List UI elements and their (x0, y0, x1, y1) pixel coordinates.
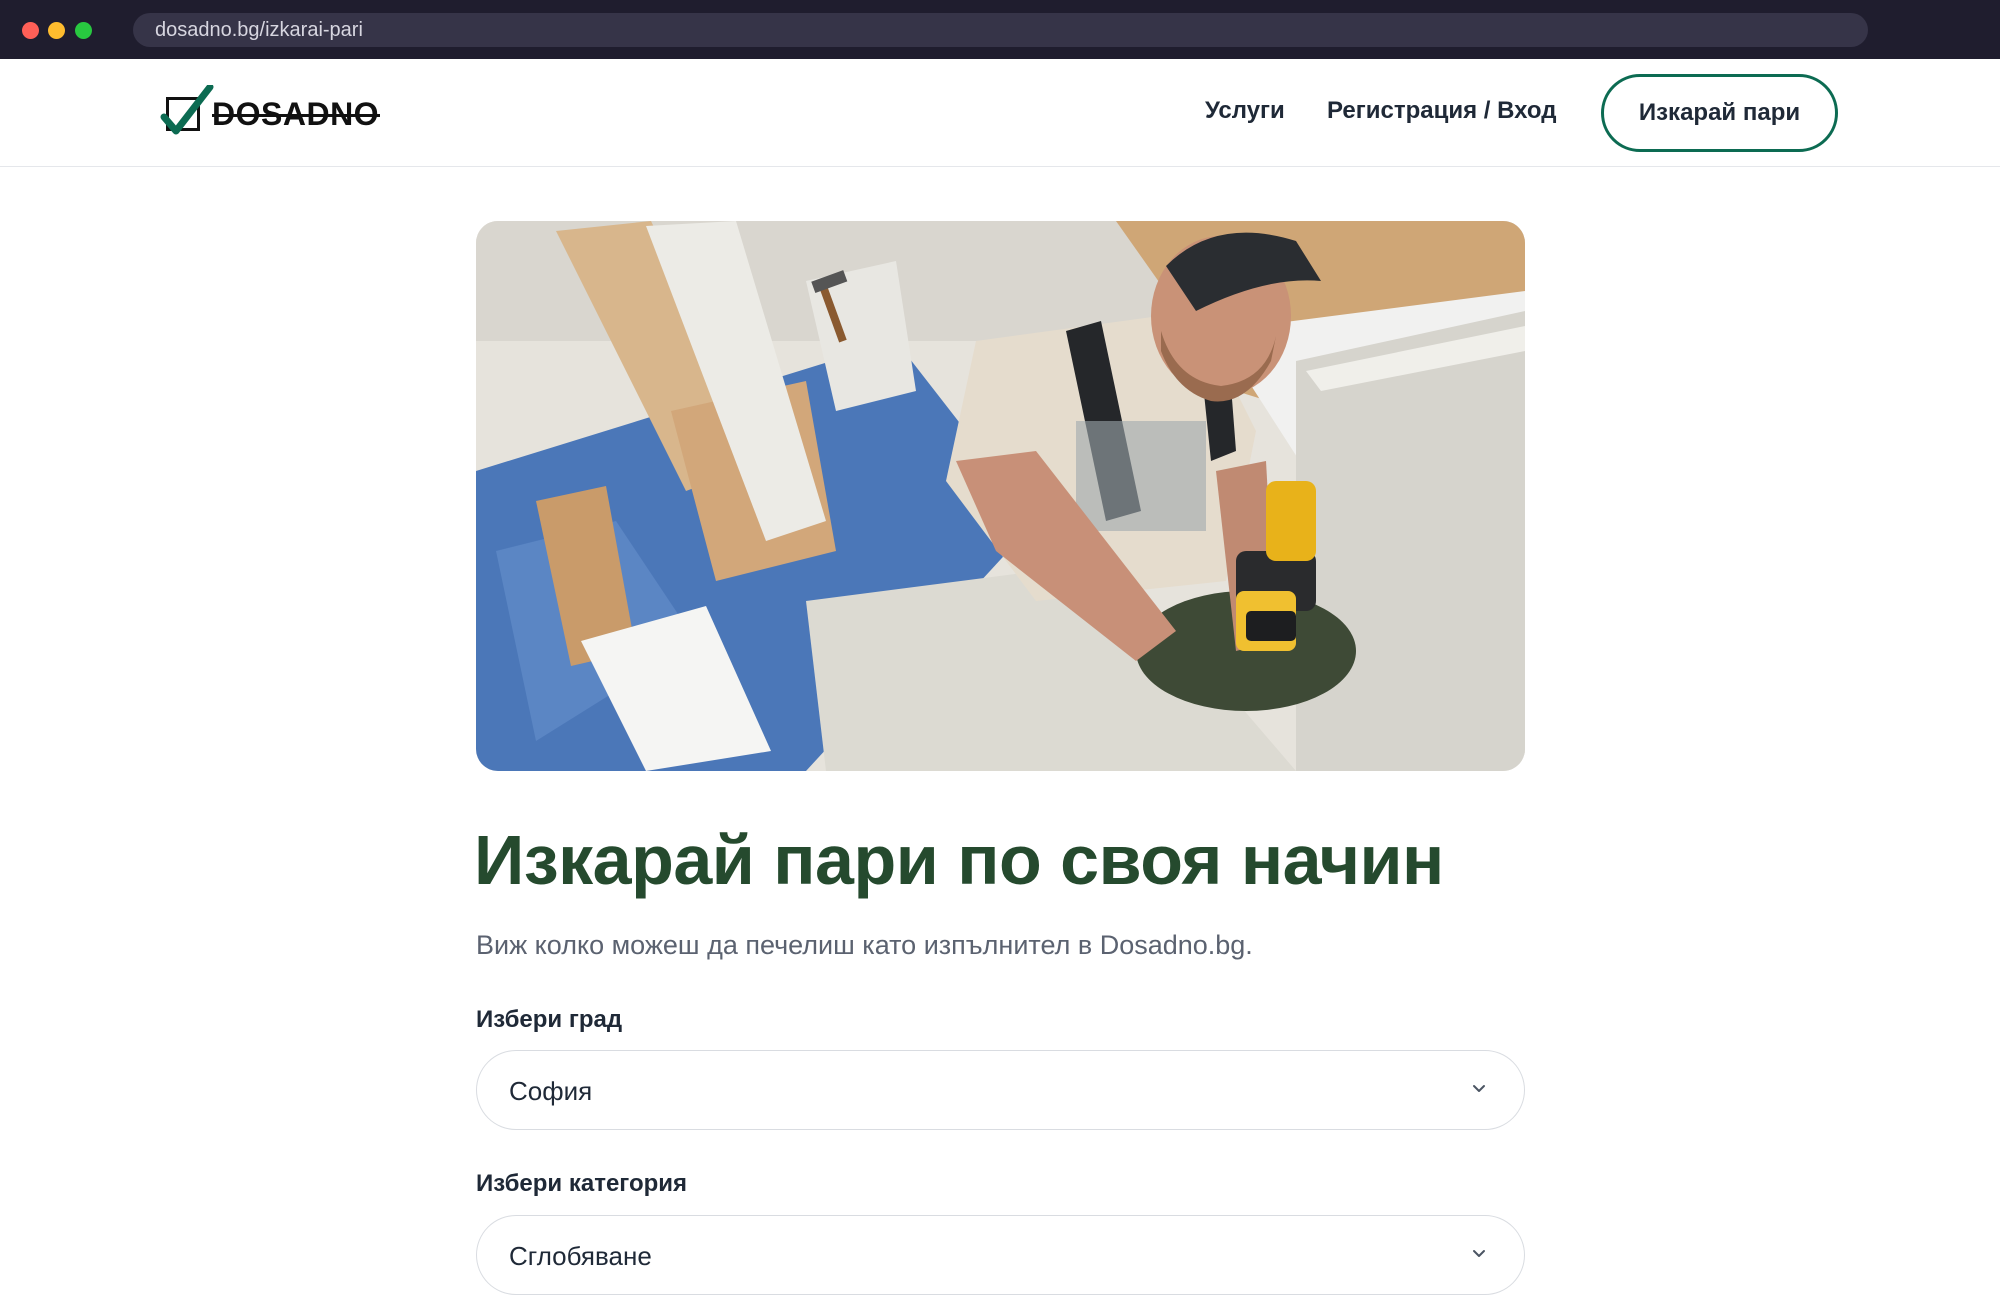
earn-money-button[interactable]: Изкарай пари (1601, 74, 1838, 152)
close-window-button[interactable] (22, 22, 39, 39)
logo-strikethrough (212, 114, 380, 117)
category-select-value: Сглобяване (509, 1241, 652, 1271)
category-select-label: Избери категория (476, 1170, 688, 1197)
page-title: Изкарай пари по своя начин (474, 821, 1444, 899)
maximize-window-button[interactable] (75, 22, 92, 39)
checkmark-icon (160, 85, 214, 135)
city-select[interactable]: София (476, 1050, 1525, 1130)
nav-login-link[interactable]: Регистрация / Вход (1327, 97, 1556, 125)
site-header: DOSADNO Услуги Регистрация / Вход Изкара… (0, 59, 2000, 167)
browser-chrome: dosadno.bg/izkarai-pari (0, 0, 2000, 59)
chevron-down-icon (1473, 1250, 1485, 1257)
hero-image (476, 221, 1525, 771)
address-bar[interactable]: dosadno.bg/izkarai-pari (133, 13, 1868, 47)
minimize-window-button[interactable] (48, 22, 65, 39)
worker-assembling-furniture-photo (476, 221, 1525, 771)
city-select-value: София (509, 1076, 593, 1106)
logo[interactable]: DOSADNO (160, 85, 390, 139)
page-subtitle: Виж колко можеш да печелиш като изпълнит… (476, 930, 1253, 960)
city-select-label: Избери град (476, 1006, 623, 1033)
nav-services-link[interactable]: Услуги (1205, 97, 1285, 125)
category-select[interactable]: Сглобяване (476, 1215, 1525, 1295)
chevron-down-icon (1473, 1085, 1485, 1092)
